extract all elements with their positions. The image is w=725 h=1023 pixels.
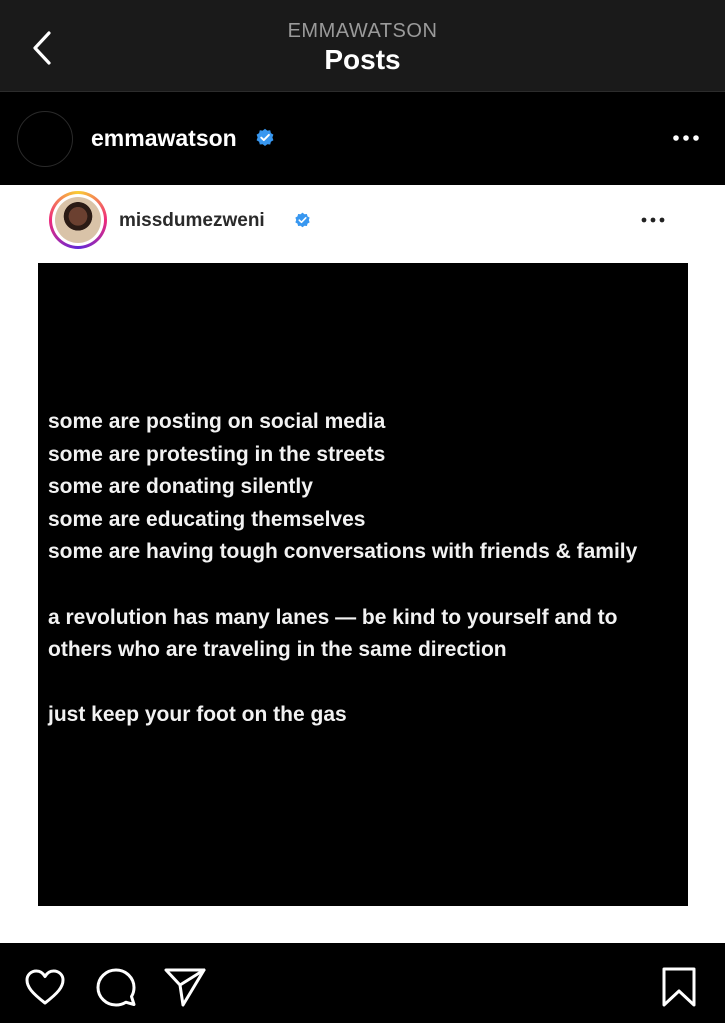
avatar[interactable] [17,111,73,167]
page-title: Posts [324,44,401,75]
save-button[interactable] [655,963,703,1011]
like-button[interactable] [21,963,69,1011]
quote-text: some are posting on social media some ar… [48,406,680,732]
inner-avatar [49,191,107,249]
paper-plane-icon [164,968,206,1007]
post-action-bar [0,943,725,1023]
inner-post-username: missdumezweni [119,210,265,231]
post-author-username[interactable]: emmawatson [91,125,237,152]
verified-badge-icon [256,128,274,146]
profile-photo [55,197,101,243]
more-horizontal-icon [673,135,699,141]
top-nav-bar: EMMAWATSON Posts [0,0,725,92]
quote-line: a revolution has many lanes — be kind to… [48,605,618,629]
comment-button[interactable] [92,963,140,1011]
share-button[interactable] [161,963,209,1011]
account-username-heading: EMMAWATSON [287,20,438,42]
quote-line: others who are traveling in the same dir… [48,638,507,662]
post-image[interactable]: missdumezweni some are posting on social… [0,185,725,943]
more-horizontal-icon [641,217,665,223]
verified-badge-icon [295,212,310,228]
quote-line: some are educating themselves [48,507,366,531]
inner-more-icon [634,207,672,233]
heart-icon [25,969,65,1005]
quote-card: some are posting on social media some ar… [38,263,688,906]
bookmark-icon [662,967,696,1007]
quote-line: some are protesting in the streets [48,442,386,466]
quote-line: some are posting on social media [48,410,386,433]
post-header: emmawatson [0,92,725,185]
post-options-button[interactable] [664,122,708,154]
quote-line: some are donating silently [48,475,313,499]
quote-line: just keep your foot on the gas [48,703,347,727]
comment-icon [96,968,136,1007]
quote-line: some are having tough conversations with… [48,540,638,564]
